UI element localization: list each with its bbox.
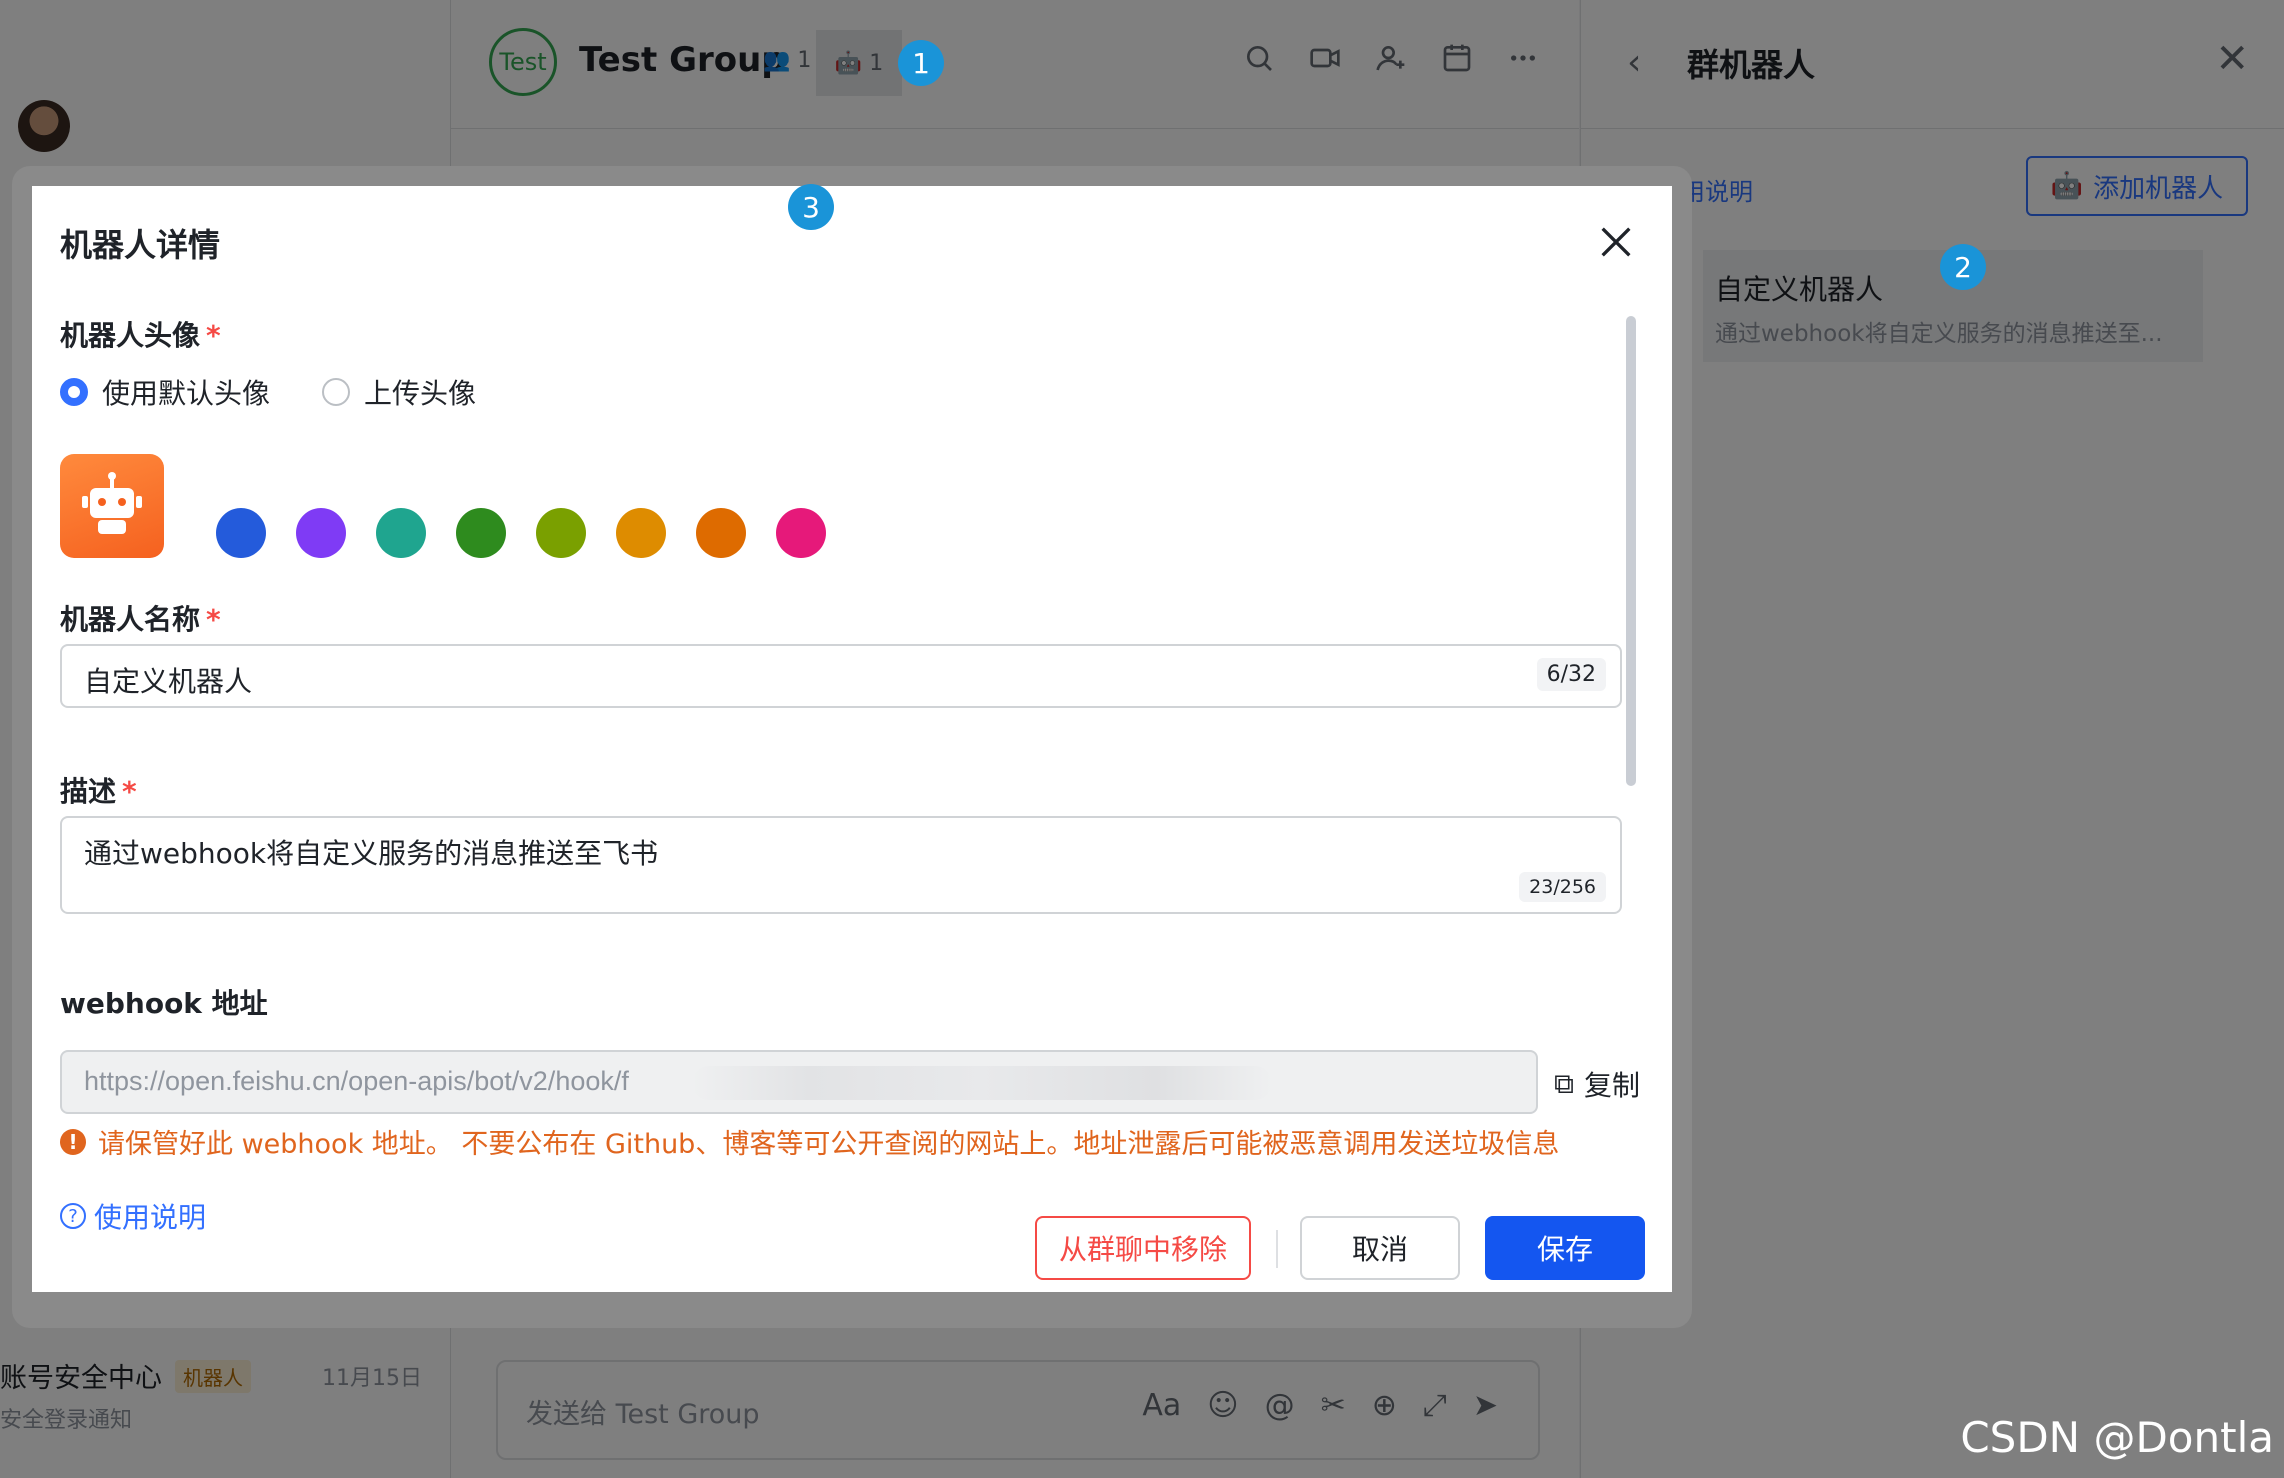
desc-textarea-value: 通过webhook将自定义服务的消息推送至飞书 xyxy=(84,837,659,870)
copy-label: 复制 xyxy=(1584,1069,1641,1102)
color-swatch[interactable] xyxy=(776,508,826,558)
redacted-blur xyxy=(692,1066,1272,1100)
radio-checked-icon xyxy=(60,378,88,406)
required-mark: * xyxy=(206,319,221,352)
radio-upload-avatar[interactable]: 上传头像 xyxy=(322,372,476,412)
required-mark: * xyxy=(206,603,221,636)
webhook-url-field[interactable]: https://open.feishu.cn/open-apis/bot/v2/… xyxy=(60,1050,1538,1114)
robot-avatar[interactable] xyxy=(60,454,164,558)
color-swatch[interactable] xyxy=(696,508,746,558)
name-input-value: 自定义机器人 xyxy=(84,665,253,698)
webhook-url-value: https://open.feishu.cn/open-apis/bot/v2/… xyxy=(84,1066,629,1096)
radio-default-avatar[interactable]: 使用默认头像 xyxy=(60,372,270,412)
warning-text: 请保管好此 webhook 地址。 不要公布在 Github、博客等可公开查阅的… xyxy=(98,1129,1560,1160)
radio-default-label: 使用默认头像 xyxy=(102,377,271,410)
color-swatch[interactable] xyxy=(296,508,346,558)
name-label-text: 机器人名称 xyxy=(60,603,201,636)
desc-label-text: 描述 xyxy=(60,775,117,808)
warning-icon: ! xyxy=(60,1128,86,1155)
help-link[interactable]: ? 使用说明 xyxy=(60,1196,206,1236)
color-swatch[interactable] xyxy=(616,508,666,558)
avatar-label-text: 机器人头像 xyxy=(60,319,201,352)
callout-marker-1: 1 xyxy=(898,40,944,86)
cancel-button[interactable]: 取消 xyxy=(1300,1216,1460,1280)
name-char-count: 6/32 xyxy=(1536,658,1606,691)
robot-icon xyxy=(82,472,142,534)
copy-button[interactable]: ⧉ 复制 xyxy=(1554,1064,1640,1104)
save-button[interactable]: 保存 xyxy=(1485,1216,1645,1280)
webhook-label: webhook 地址 xyxy=(60,987,268,1020)
question-icon: ? xyxy=(60,1203,86,1229)
desc-label: 描述 * xyxy=(60,770,137,810)
close-icon[interactable] xyxy=(1596,222,1636,262)
copy-icon: ⧉ xyxy=(1554,1067,1574,1100)
radio-unchecked-icon xyxy=(322,378,350,406)
color-swatch[interactable] xyxy=(536,508,586,558)
callout-marker-3: 3 xyxy=(788,184,834,230)
avatar-label: 机器人头像 * xyxy=(60,314,221,354)
help-link-label: 使用说明 xyxy=(94,1201,207,1234)
callout-marker-2: 2 xyxy=(1940,244,1986,290)
remove-from-group-button[interactable]: 从群聊中移除 xyxy=(1035,1216,1251,1280)
button-divider xyxy=(1276,1230,1278,1268)
app-window: 账号安全中心 机器人 11月15日 安全登录通知 Test Test Group… xyxy=(0,0,2284,1478)
color-swatch[interactable] xyxy=(376,508,426,558)
color-swatch[interactable] xyxy=(216,508,266,558)
name-label: 机器人名称 * xyxy=(60,598,221,638)
name-input[interactable]: 自定义机器人 6/32 xyxy=(60,644,1622,708)
bot-details-dialog: 机器人详情 机器人头像 * 使用默认头像 上传头像 机器人名称 * 自定义机器人… xyxy=(32,186,1672,1292)
webhook-warning: ! 请保管好此 webhook 地址。 不要公布在 Github、博客等可公开查… xyxy=(60,1122,1559,1161)
desc-char-count: 23/256 xyxy=(1519,872,1606,902)
required-mark: * xyxy=(122,775,137,808)
desc-textarea[interactable]: 通过webhook将自定义服务的消息推送至飞书 23/256 xyxy=(60,816,1622,914)
scrollbar[interactable] xyxy=(1626,316,1636,786)
dialog-title: 机器人详情 xyxy=(60,226,221,264)
watermark: CSDN @Dontla xyxy=(1960,1413,2274,1462)
color-swatch[interactable] xyxy=(456,508,506,558)
radio-upload-label: 上传头像 xyxy=(364,377,477,410)
